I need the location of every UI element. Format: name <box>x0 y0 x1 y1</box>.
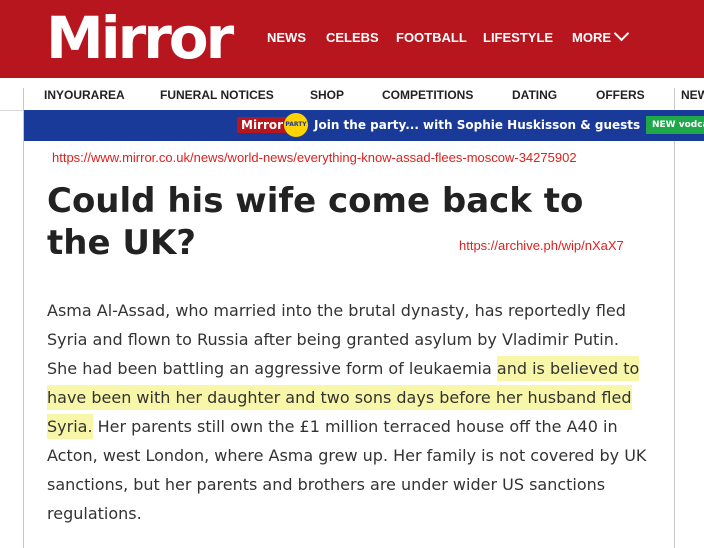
nav-lifestyle[interactable]: LIFESTYLE <box>483 30 553 45</box>
chevron-down-icon[interactable] <box>613 25 630 42</box>
nav-news[interactable]: NEWS <box>267 30 306 45</box>
promo-banner[interactable]: Mirror PARTY Join the party... with Soph… <box>24 110 704 141</box>
promo-mirror-logo: Mirror <box>237 117 288 133</box>
mirror-logo[interactable]: Mirror <box>46 6 234 70</box>
nav-football[interactable]: FOOTBALL <box>396 30 467 45</box>
nav-celebs[interactable]: CELEBS <box>326 30 379 45</box>
paragraph-text-end: Her parents still own the £1 million ter… <box>47 417 647 523</box>
nav-more[interactable]: MORE <box>572 30 611 45</box>
source-url-annotation: https://www.mirror.co.uk/news/world-news… <box>52 150 577 165</box>
archive-url-annotation: https://archive.ph/wip/nXaX7 <box>459 238 624 253</box>
promo-text: Join the party... with Sophie Huskisson … <box>314 118 641 132</box>
site-header: Mirror NEWS CELEBS FOOTBALL LIFESTYLE MO… <box>0 0 704 78</box>
party-badge-icon: PARTY <box>284 113 308 137</box>
subnav-new[interactable]: NEW <box>681 88 704 102</box>
promo-vodcast-badge: NEW vodcast <box>646 116 704 134</box>
article-paragraph: Asma Al-Assad, who married into the brut… <box>47 296 653 528</box>
